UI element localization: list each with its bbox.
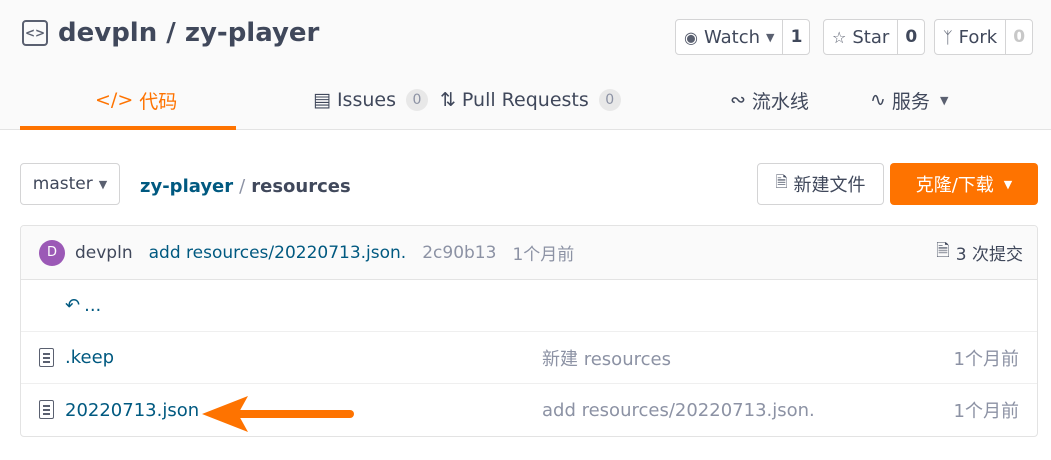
watch-count[interactable]: 1 [783, 20, 809, 54]
chevron-down-icon: ▼ [98, 177, 108, 191]
list-item: .keep 新建 resources 1个月前 [21, 332, 1037, 384]
star-count[interactable]: 0 [898, 20, 924, 54]
tab-services[interactable]: ∿ 服务 ▼ [870, 70, 948, 130]
clone-download-button[interactable]: 克隆/下载 ▼ [890, 163, 1038, 205]
active-tab-indicator [20, 126, 236, 130]
code-repo-icon: <> [22, 20, 48, 46]
issues-count-badge: 0 [406, 89, 428, 111]
tab-pull-requests[interactable]: ⇅ Pull Requests 0 [440, 70, 621, 130]
breadcrumb: zy-player / resources [140, 176, 351, 197]
star-icon: ☆ [832, 27, 847, 47]
parent-directory-label: ... [84, 295, 102, 316]
star-button[interactable]: ☆ Star [824, 20, 899, 54]
pulse-icon: ∿ [870, 89, 886, 111]
list-item: 20220713.json add resources/20220713.jso… [21, 384, 1037, 436]
commit-time: 1个月前 [512, 245, 575, 265]
file-icon [39, 400, 54, 419]
chevron-down-icon: ▼ [1003, 177, 1013, 191]
file-name-link[interactable]: 20220713.json [65, 400, 199, 421]
commit-hash[interactable]: 2c90b13 [422, 243, 496, 263]
fork-button[interactable]: ᛉ Fork [935, 20, 1007, 54]
repo-tabs: </> 代码 ▤ Issues 0 ⇅ Pull Requests 0 ∾ 流水… [20, 70, 1030, 130]
breadcrumb-repo-link[interactable]: zy-player [140, 176, 233, 197]
pipeline-icon: ∾ [730, 89, 746, 111]
fork-label: Fork [958, 26, 998, 48]
chevron-down-icon: ▼ [939, 93, 949, 107]
code-icon: </> [95, 89, 134, 111]
tab-pipeline[interactable]: ∾ 流水线 [730, 70, 809, 130]
file-list: D devpln add resources/20220713.json. 2c… [20, 225, 1038, 437]
tab-pull-requests-label: Pull Requests [461, 89, 589, 111]
commit-message-link[interactable]: add resources/20220713.json. [149, 243, 407, 263]
commit-count-link[interactable]: 🗎 3 次提交 [936, 238, 1023, 267]
pull-request-icon: ⇅ [440, 89, 456, 111]
tab-services-label: 服务 [891, 90, 930, 113]
branch-selector[interactable]: master ▼ [20, 163, 120, 205]
fork-button-group: ᛉ Fork 0 [934, 19, 1034, 55]
chevron-down-icon: ▼ [766, 30, 775, 44]
watch-button-group: ◉ Watch ▼ 1 [675, 19, 811, 55]
file-time: 1个月前 [953, 348, 1019, 370]
branch-name: master [32, 174, 93, 194]
breadcrumb-separator: / [239, 176, 246, 197]
watch-button[interactable]: ◉ Watch ▼ [676, 20, 784, 54]
file-name-link[interactable]: .keep [65, 347, 114, 368]
fork-count[interactable]: 0 [1006, 20, 1032, 54]
annotation-arrow-icon [202, 396, 354, 432]
file-time: 1个月前 [953, 401, 1019, 422]
latest-commit-bar: D devpln add resources/20220713.json. 2c… [21, 226, 1037, 280]
new-file-icon: 🗎 [775, 172, 788, 191]
tab-issues[interactable]: ▤ Issues 0 [313, 70, 428, 130]
pull-requests-count-badge: 0 [598, 89, 621, 111]
tab-code-label: 代码 [139, 90, 178, 113]
fork-icon: ᛉ [943, 27, 953, 47]
file-commit-message[interactable]: 新建 resources [542, 345, 671, 371]
file-commit-message[interactable]: add resources/20220713.json. [542, 400, 815, 421]
commit-count-label: 3 次提交 [955, 245, 1023, 265]
issues-icon: ▤ [313, 89, 331, 111]
watch-label: Watch [703, 26, 761, 48]
parent-directory-row[interactable]: ↶ ... [21, 280, 1037, 332]
tab-issues-label: Issues [336, 89, 396, 111]
commit-author[interactable]: devpln [75, 243, 133, 263]
repo-title: <> devpln / zy-player [22, 18, 319, 48]
file-icon [39, 348, 54, 367]
breadcrumb-current: resources [251, 176, 351, 197]
star-label: Star [852, 26, 890, 48]
return-arrow-icon: ↶ [65, 295, 81, 316]
clone-download-label: 克隆/下载 [915, 175, 994, 196]
tab-pipeline-label: 流水线 [751, 90, 809, 113]
avatar[interactable]: D [39, 239, 65, 266]
new-file-label: 新建文件 [793, 175, 866, 196]
new-file-button[interactable]: 🗎 新建文件 [757, 163, 884, 205]
star-button-group: ☆ Star 0 [823, 19, 926, 55]
repo-name-link[interactable]: devpln / zy-player [58, 18, 319, 48]
history-icon: 🗎 [936, 241, 950, 261]
tab-code[interactable]: </> 代码 [95, 70, 177, 130]
eye-icon: ◉ [684, 27, 698, 47]
